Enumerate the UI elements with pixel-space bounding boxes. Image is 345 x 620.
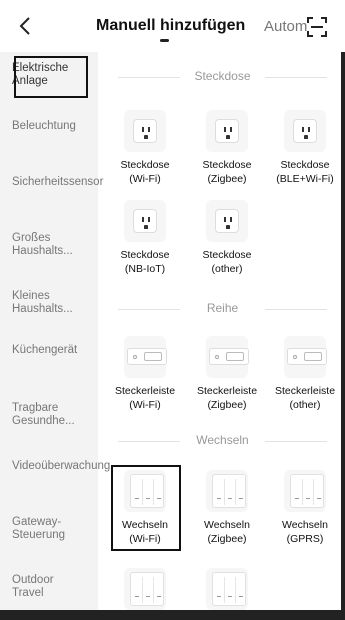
sidebar-item-large-appliances[interactable]: Großes Haushalts... — [12, 232, 88, 258]
power-strip-icon — [284, 336, 327, 378]
device-switch-gprs[interactable]: Wechseln (GPRS) — [270, 470, 340, 546]
socket-icon — [206, 200, 248, 242]
wall-switch-icon — [206, 470, 248, 512]
device-switch-more-2[interactable] — [192, 568, 262, 610]
wall-switch-icon — [206, 568, 248, 610]
divider — [265, 441, 327, 442]
device-socket-wifi[interactable]: Steckdose (Wi-Fi) — [110, 110, 180, 186]
section-header-strip: Reihe — [110, 301, 335, 317]
selected-device-highlight — [111, 465, 181, 551]
scrollbar-edge — [341, 52, 345, 620]
scan-icon[interactable] — [306, 16, 328, 38]
device-socket-zigbee[interactable]: Steckdose (Zigbee) — [192, 110, 262, 186]
section-title: Reihe — [206, 301, 239, 315]
sidebar-item-gateway-control[interactable]: Gateway-Steuerung — [12, 516, 88, 542]
device-label: Wechseln (GPRS) — [282, 519, 328, 545]
section-header-switch: Wechseln — [110, 433, 335, 449]
socket-icon — [124, 200, 166, 242]
device-label: Steckerleiste (Zigbee) — [196, 385, 258, 411]
device-label: Wechseln (Zigbee) — [204, 519, 250, 545]
device-strip-wifi[interactable]: Steckerleiste (Wi-Fi) — [110, 336, 180, 412]
sidebar-selection-highlight — [14, 56, 88, 98]
tab-manual-add[interactable]: Manuell hinzufügen — [96, 17, 245, 35]
power-strip-icon — [124, 336, 167, 378]
section-title: Steckdose — [194, 69, 251, 83]
wall-switch-icon — [284, 470, 326, 512]
device-strip-zigbee[interactable]: Steckerleiste (Zigbee) — [192, 336, 262, 412]
device-label: Steckdose (other) — [202, 249, 252, 275]
sidebar-item-outdoor-travel[interactable]: Outdoor Travel — [12, 574, 88, 600]
chevron-left-icon[interactable] — [16, 14, 36, 38]
device-socket-ble-wifi[interactable]: Steckdose (BLE+Wi-Fi) — [270, 110, 340, 186]
sidebar-item-small-appliances[interactable]: Kleines Haushalts... — [12, 290, 88, 316]
device-label: Steckdose (BLE+Wi-Fi) — [276, 159, 334, 185]
divider — [265, 309, 327, 310]
sidebar-item-lighting[interactable]: Beleuchtung — [12, 120, 88, 133]
category-sidebar: Elektrische Anlage Beleuchtung Sicherhei… — [0, 52, 110, 620]
divider — [265, 77, 327, 78]
tab-auto-scan[interactable]: Autom — [264, 18, 310, 35]
section-title: Wechseln — [196, 433, 249, 447]
device-label: Steckdose (Wi-Fi) — [120, 159, 170, 185]
device-socket-nbiot[interactable]: Steckdose (NB-IoT) — [110, 200, 180, 276]
device-switch-more-1[interactable] — [110, 568, 180, 610]
bottom-edge — [0, 610, 345, 620]
sidebar-item-security-sensor[interactable]: Sicherheitssensor — [12, 176, 103, 189]
device-label: Steckerleiste (Wi-Fi) — [114, 385, 176, 411]
active-tab-indicator — [160, 39, 169, 42]
socket-icon — [124, 110, 166, 152]
section-header-socket: Steckdose — [110, 69, 335, 85]
sidebar-item-video-surveillance[interactable]: Videoüberwachung — [12, 460, 110, 473]
device-label: Steckerleiste (other) — [274, 385, 336, 411]
device-label: Steckdose (NB-IoT) — [120, 249, 170, 275]
power-strip-icon — [206, 336, 249, 378]
sidebar-item-kitchen[interactable]: Küchengerät — [12, 344, 88, 357]
top-header: Manuell hinzufügen Autom — [0, 0, 345, 52]
sidebar-item-wearable-health[interactable]: Tragbare Gesundhe... — [12, 402, 88, 428]
device-socket-other[interactable]: Steckdose (other) — [192, 200, 262, 276]
socket-icon — [206, 110, 248, 152]
device-switch-zigbee[interactable]: Wechseln (Zigbee) — [192, 470, 262, 546]
device-strip-other[interactable]: Steckerleiste (other) — [270, 336, 340, 412]
wall-switch-icon — [124, 568, 166, 610]
socket-icon — [284, 110, 326, 152]
device-label: Steckdose (Zigbee) — [202, 159, 252, 185]
